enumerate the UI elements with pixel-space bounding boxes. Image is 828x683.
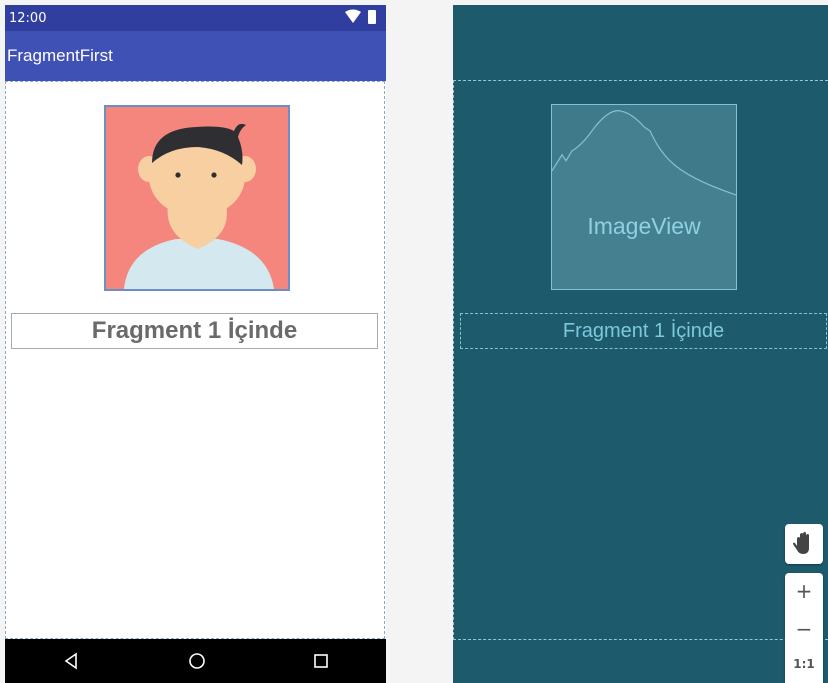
fragment-container[interactable]: Fragment 1 İçinde [5,81,385,639]
design-preview-pane[interactable]: 12:00 FragmentFirst Fragment 1 İçinde [5,5,386,683]
navigation-bar [5,639,386,683]
back-icon[interactable] [61,651,81,671]
zoom-out-button[interactable]: − [785,617,823,641]
blueprint-imageview[interactable]: ImageView [551,104,737,290]
pan-button[interactable] [785,524,823,564]
imageview-label: ImageView [587,213,701,239]
app-title: FragmentFirst [7,46,113,65]
status-time: 12:00 [9,11,47,26]
blueprint-fragment-text[interactable]: Fragment 1 İçinde [460,313,827,349]
app-bar: FragmentFirst [5,31,386,81]
status-bar: 12:00 [5,5,386,31]
avatar-image[interactable] [104,105,290,291]
blueprint-pane[interactable]: ImageView Fragment 1 İçinde [453,5,828,683]
home-icon[interactable] [187,651,207,671]
zoom-actual-size-button[interactable]: 1:1 [785,657,823,671]
fragment-text[interactable]: Fragment 1 İçinde [11,313,378,349]
blueprint-fragment-container[interactable]: ImageView Fragment 1 İçinde [453,80,828,640]
wifi-icon [345,9,361,23]
pan-hand-icon [793,532,809,554]
zoom-controls: + − 1:1 [785,573,823,683]
imageview-placeholder-graph [552,110,736,289]
status-icons [344,9,378,30]
battery-icon [368,10,376,24]
avatar-illustration [106,107,288,289]
recents-icon[interactable] [311,651,331,671]
zoom-in-button[interactable]: + [785,579,823,603]
